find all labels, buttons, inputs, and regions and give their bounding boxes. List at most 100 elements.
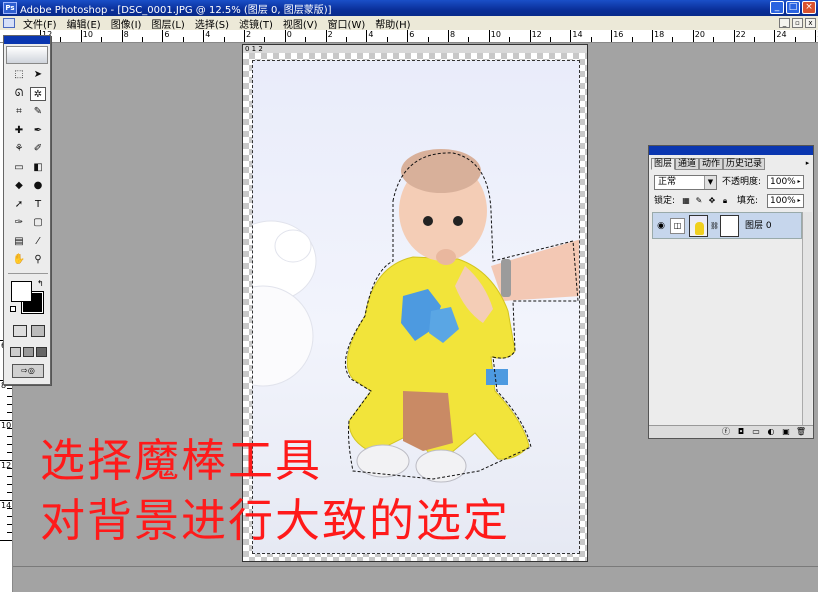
menu-image[interactable]: 图像(I)	[106, 16, 147, 31]
stamp-tool[interactable]: ⚘	[11, 142, 27, 156]
add-mask-icon[interactable]: ◘	[735, 427, 747, 437]
document-icon[interactable]	[3, 18, 15, 28]
layer-mask-link-icon[interactable]: ◫	[670, 218, 685, 234]
zoom-tool[interactable]: ⚲	[30, 253, 46, 267]
notes-tool[interactable]: ▤	[11, 235, 27, 249]
ruler-tick	[7, 468, 12, 469]
ruler-tick	[7, 396, 12, 397]
layer-row[interactable]: ◉ ◫ ⛓ 图层 0	[652, 212, 802, 239]
screen-mode-full-menu-button[interactable]	[23, 347, 34, 357]
eraser-tool[interactable]: ▭	[11, 161, 27, 175]
layer-style-icon[interactable]: ⓕ	[720, 427, 732, 437]
photoshop-feather-logo[interactable]	[6, 46, 48, 64]
fill-field[interactable]: 100% ▸	[767, 194, 804, 208]
brush-tool[interactable]: ✒	[30, 124, 46, 138]
document-tab: 0 1 2	[243, 45, 587, 53]
path-select-tool[interactable]: ➚	[11, 198, 27, 212]
ruler-tick	[7, 508, 12, 509]
tab-history[interactable]: 历史记录	[723, 158, 766, 170]
ruler-tick	[284, 30, 286, 42]
adjustment-layer-icon[interactable]: ◐	[765, 427, 777, 437]
tools-panel-header[interactable]	[4, 36, 50, 44]
jump-to-imageready-button[interactable]: ⇨◎	[12, 364, 44, 378]
lock-transparency-icon[interactable]: ▦	[681, 196, 691, 206]
slice-tool[interactable]: ✎	[30, 105, 46, 119]
caption-line-1: 选择魔棒工具	[40, 434, 323, 487]
tab-layers[interactable]: 图层	[651, 158, 676, 170]
layer-name[interactable]: 图层 0	[745, 220, 772, 232]
panel-menu-arrow-icon[interactable]: ▸	[803, 158, 812, 168]
tab-actions[interactable]: 动作	[699, 158, 724, 170]
screen-mode-full-button[interactable]	[36, 347, 47, 357]
menu-file[interactable]: 文件(F)	[18, 16, 62, 31]
layers-scrollbar[interactable]	[802, 212, 812, 426]
type-tool[interactable]: T	[30, 198, 46, 212]
eyedropper-tool[interactable]: ⁄	[30, 235, 46, 249]
ruler-tick	[652, 30, 653, 42]
menu-select[interactable]: 选择(S)	[190, 16, 234, 31]
ruler-label: 4	[368, 30, 374, 39]
pen-tool[interactable]: ✑	[11, 216, 27, 230]
new-layer-icon[interactable]: ▣	[780, 427, 792, 437]
ruler-tick	[244, 30, 245, 42]
swap-colors-icon[interactable]: ↰	[37, 279, 44, 288]
chevron-down-icon: ▼	[704, 176, 716, 189]
opacity-arrow-icon[interactable]: ▸	[795, 176, 803, 188]
chain-link-icon[interactable]: ⛓	[710, 221, 719, 232]
menu-filter[interactable]: 滤镜(T)	[234, 16, 278, 31]
trash-icon[interactable]: 🗑︎	[795, 427, 807, 437]
layers-panel-header[interactable]	[649, 146, 813, 155]
healing-tool[interactable]: ✚	[11, 124, 27, 138]
hand-tool[interactable]: ✋	[11, 253, 27, 267]
ruler-label: 12	[531, 30, 542, 39]
screen-mode-standard-button[interactable]	[10, 347, 21, 357]
ruler-tick	[7, 436, 12, 437]
dodge-tool[interactable]: ●	[30, 179, 46, 193]
ruler-tick	[60, 37, 62, 42]
doc-close-button[interactable]: x	[805, 18, 816, 28]
menu-edit[interactable]: 编辑(E)	[62, 16, 106, 31]
visibility-eye-icon[interactable]: ◉	[655, 220, 667, 232]
shape-tool[interactable]: ▢	[30, 216, 46, 230]
lasso-tool[interactable]: ᘏ	[11, 87, 27, 101]
gradient-tool[interactable]: ◧	[30, 161, 46, 175]
new-set-icon[interactable]: ▭	[750, 427, 762, 437]
lock-all-icon[interactable]: 🔒︎	[720, 196, 730, 206]
menu-view[interactable]: 视图(V)	[278, 16, 323, 31]
standard-mode-button[interactable]	[13, 325, 27, 337]
foreground-color-swatch[interactable]	[11, 281, 32, 302]
ruler-label: 2	[327, 30, 333, 39]
ruler-label: 6	[409, 30, 415, 39]
lock-pixels-icon[interactable]: ✎	[694, 196, 704, 206]
ruler-tick	[7, 412, 12, 413]
ruler-tick	[101, 37, 103, 42]
quick-mask-mode-button[interactable]	[31, 325, 45, 337]
marquee-tool[interactable]: ⬚	[11, 68, 27, 82]
blend-mode-value: 正常	[658, 177, 677, 187]
ruler-tick	[0, 540, 12, 541]
maximize-button[interactable]: □	[786, 1, 800, 14]
ruler-label: 20	[694, 30, 705, 39]
menu-window[interactable]: 窗口(W)	[323, 16, 371, 31]
doc-minimize-button[interactable]: _	[779, 18, 790, 28]
layer-mask-thumbnail[interactable]	[720, 215, 739, 237]
close-button[interactable]: ×	[802, 1, 816, 14]
crop-tool[interactable]: ⌗	[11, 105, 27, 119]
layer-thumbnail[interactable]	[689, 215, 708, 237]
ruler-tick	[305, 37, 307, 42]
blend-mode-select[interactable]: 正常 ▼	[654, 175, 717, 190]
default-colors-icon[interactable]	[10, 306, 16, 312]
fill-arrow-icon[interactable]: ▸	[795, 195, 803, 207]
lock-position-icon[interactable]: ✥	[707, 196, 717, 206]
history-brush-tool[interactable]: ✐	[30, 142, 46, 156]
doc-restore-button[interactable]: ▫	[792, 18, 803, 28]
move-tool[interactable]: ➤	[30, 68, 46, 82]
tab-channels[interactable]: 通道	[675, 158, 700, 170]
menu-help[interactable]: 帮助(H)	[370, 16, 415, 31]
minimize-button[interactable]: _	[770, 1, 784, 14]
ruler-tick	[631, 37, 633, 42]
blur-tool[interactable]: ◆	[11, 179, 27, 193]
opacity-field[interactable]: 100% ▸	[767, 175, 804, 189]
menu-layer[interactable]: 图层(L)	[146, 16, 189, 31]
magic-wand-tool[interactable]: ✲	[30, 86, 46, 101]
